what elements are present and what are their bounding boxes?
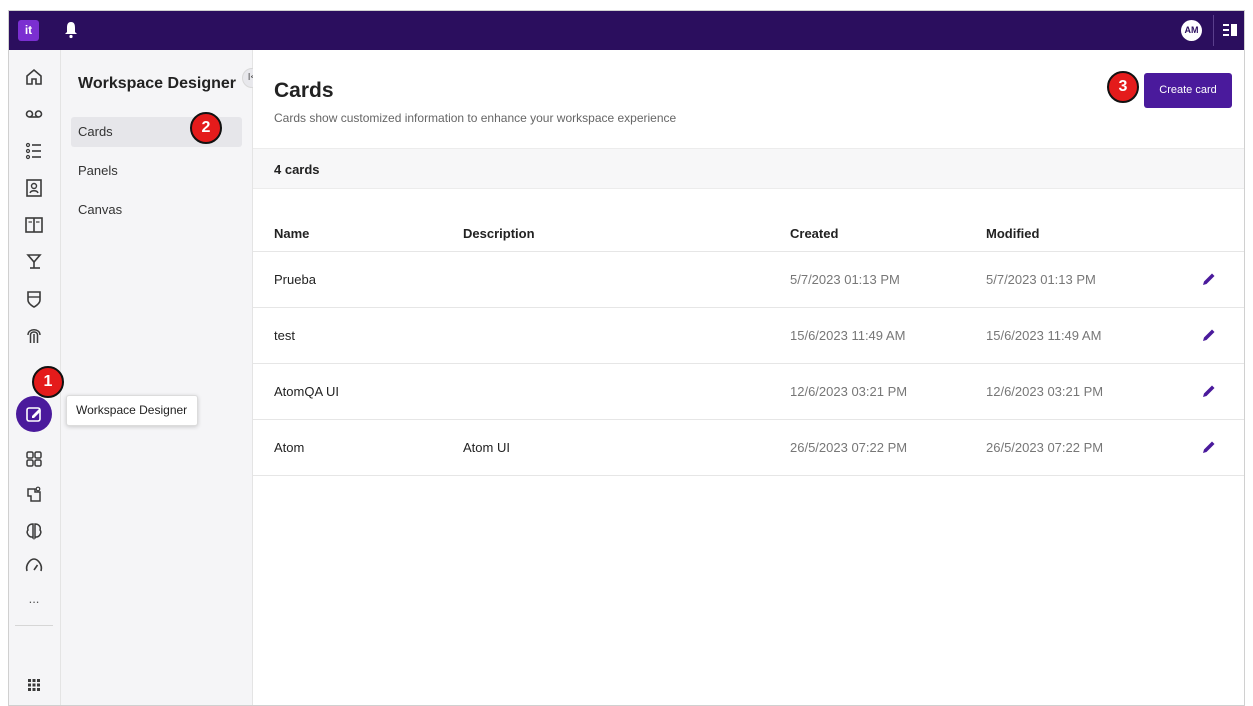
- workspace-designer-nav: Workspace Designer I< Cards Panels Canva…: [61, 50, 262, 705]
- avatar[interactable]: AM: [1181, 20, 1202, 41]
- brain-icon[interactable]: [23, 520, 45, 542]
- row-description: Atom UI: [463, 440, 510, 455]
- bell-icon[interactable]: [64, 21, 78, 39]
- callout-badge-1: 1: [32, 366, 64, 398]
- edit-icon[interactable]: [1201, 439, 1217, 455]
- table-header: Name Description Created Modified: [253, 215, 1244, 252]
- fingerprint-icon[interactable]: [23, 325, 45, 347]
- rail-divider: [15, 625, 53, 626]
- contact-card-icon[interactable]: [23, 177, 45, 199]
- edit-icon[interactable]: [1201, 327, 1217, 343]
- page-title: Cards: [274, 79, 334, 102]
- column-header-description[interactable]: Description: [463, 226, 535, 241]
- row-modified: 12/6/2023 03:21 PM: [986, 384, 1104, 399]
- nav-item-panels[interactable]: Panels: [71, 156, 242, 186]
- table-row[interactable]: test 15/6/2023 11:49 AM 15/6/2023 11:49 …: [253, 308, 1244, 364]
- list-icon[interactable]: [23, 140, 45, 162]
- row-created: 15/6/2023 11:49 AM: [790, 328, 906, 343]
- bot-icon[interactable]: [23, 484, 45, 506]
- home-icon[interactable]: [23, 66, 45, 88]
- workspace-designer-icon[interactable]: [16, 396, 52, 432]
- shield-icon[interactable]: [23, 288, 45, 310]
- table-row[interactable]: AtomQA UI 12/6/2023 03:21 PM 12/6/2023 0…: [253, 364, 1244, 420]
- panel-toggle-icon[interactable]: [1223, 23, 1237, 37]
- book-icon[interactable]: [23, 214, 45, 236]
- table-row[interactable]: Prueba 5/7/2023 01:13 PM 5/7/2023 01:13 …: [253, 252, 1244, 308]
- column-header-created[interactable]: Created: [790, 226, 838, 241]
- row-name: Prueba: [274, 272, 316, 287]
- apps-icon[interactable]: [23, 674, 45, 696]
- column-header-modified[interactable]: Modified: [986, 226, 1039, 241]
- create-card-button[interactable]: Create card: [1144, 73, 1232, 108]
- nav-item-canvas[interactable]: Canvas: [71, 195, 242, 225]
- nav-title: Workspace Designer: [78, 75, 236, 92]
- gauge-icon[interactable]: [23, 555, 45, 577]
- row-name: Atom: [274, 440, 305, 455]
- count-bar: 4 cards: [253, 148, 1244, 189]
- edit-icon[interactable]: [1201, 383, 1217, 399]
- row-name: AtomQA UI: [274, 384, 340, 399]
- row-modified: 5/7/2023 01:13 PM: [986, 272, 1096, 287]
- row-modified: 26/5/2023 07:22 PM: [986, 440, 1104, 455]
- callout-badge-2: 2: [190, 112, 222, 144]
- main-content: Cards Cards show customized information …: [253, 50, 1244, 705]
- more-icon[interactable]: ...: [23, 591, 45, 613]
- voicemail-icon[interactable]: [23, 103, 45, 125]
- topbar-divider: [1213, 15, 1214, 46]
- app-logo[interactable]: it: [18, 20, 39, 41]
- callout-badge-3: 3: [1107, 71, 1139, 103]
- card-count: 4 cards: [274, 162, 320, 177]
- row-created: 5/7/2023 01:13 PM: [790, 272, 900, 287]
- row-created: 12/6/2023 03:21 PM: [790, 384, 908, 399]
- app-window: it AM ... Workspace Designer I< Cards Pa…: [8, 10, 1245, 706]
- top-bar: it AM: [9, 11, 1244, 50]
- flow-icon[interactable]: [23, 251, 45, 273]
- row-created: 26/5/2023 07:22 PM: [790, 440, 908, 455]
- workspace-designer-tooltip: Workspace Designer: [66, 395, 198, 426]
- edit-icon[interactable]: [1201, 271, 1217, 287]
- row-name: test: [274, 328, 295, 343]
- grid-icon[interactable]: [23, 448, 45, 470]
- table-row[interactable]: Atom Atom UI 26/5/2023 07:22 PM 26/5/202…: [253, 420, 1244, 476]
- row-modified: 15/6/2023 11:49 AM: [986, 328, 1102, 343]
- column-header-name[interactable]: Name: [274, 226, 309, 241]
- page-subtitle: Cards show customized information to enh…: [274, 111, 677, 125]
